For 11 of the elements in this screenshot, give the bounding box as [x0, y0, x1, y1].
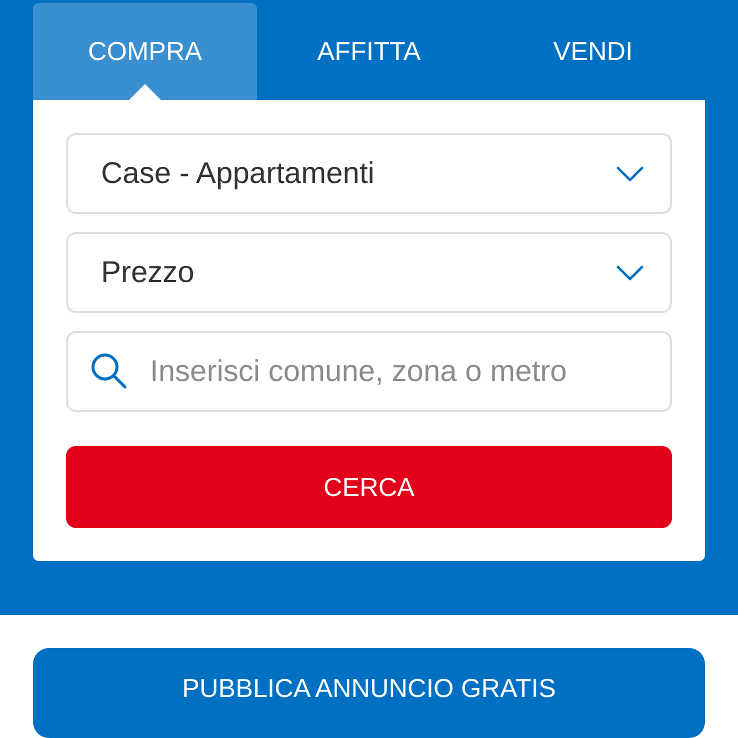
tab[interactable]: COMPRA	[33, 3, 257, 100]
tab[interactable]: VENDI	[481, 3, 705, 100]
search-icon	[90, 352, 128, 390]
chevron-down-icon	[616, 264, 644, 280]
search-button[interactable]: CERCA	[66, 446, 672, 528]
search-field[interactable]: Inserisci comune, zona o metro	[66, 331, 672, 412]
publish-button[interactable]: PUBBLICA ANNUNCIO GRATIS	[33, 648, 705, 738]
dropdown[interactable]: Case - Appartamenti	[66, 133, 672, 214]
tab[interactable]: AFFITTA	[257, 3, 481, 100]
dropdown[interactable]: Prezzo	[66, 232, 672, 313]
chevron-down-icon	[616, 166, 644, 182]
